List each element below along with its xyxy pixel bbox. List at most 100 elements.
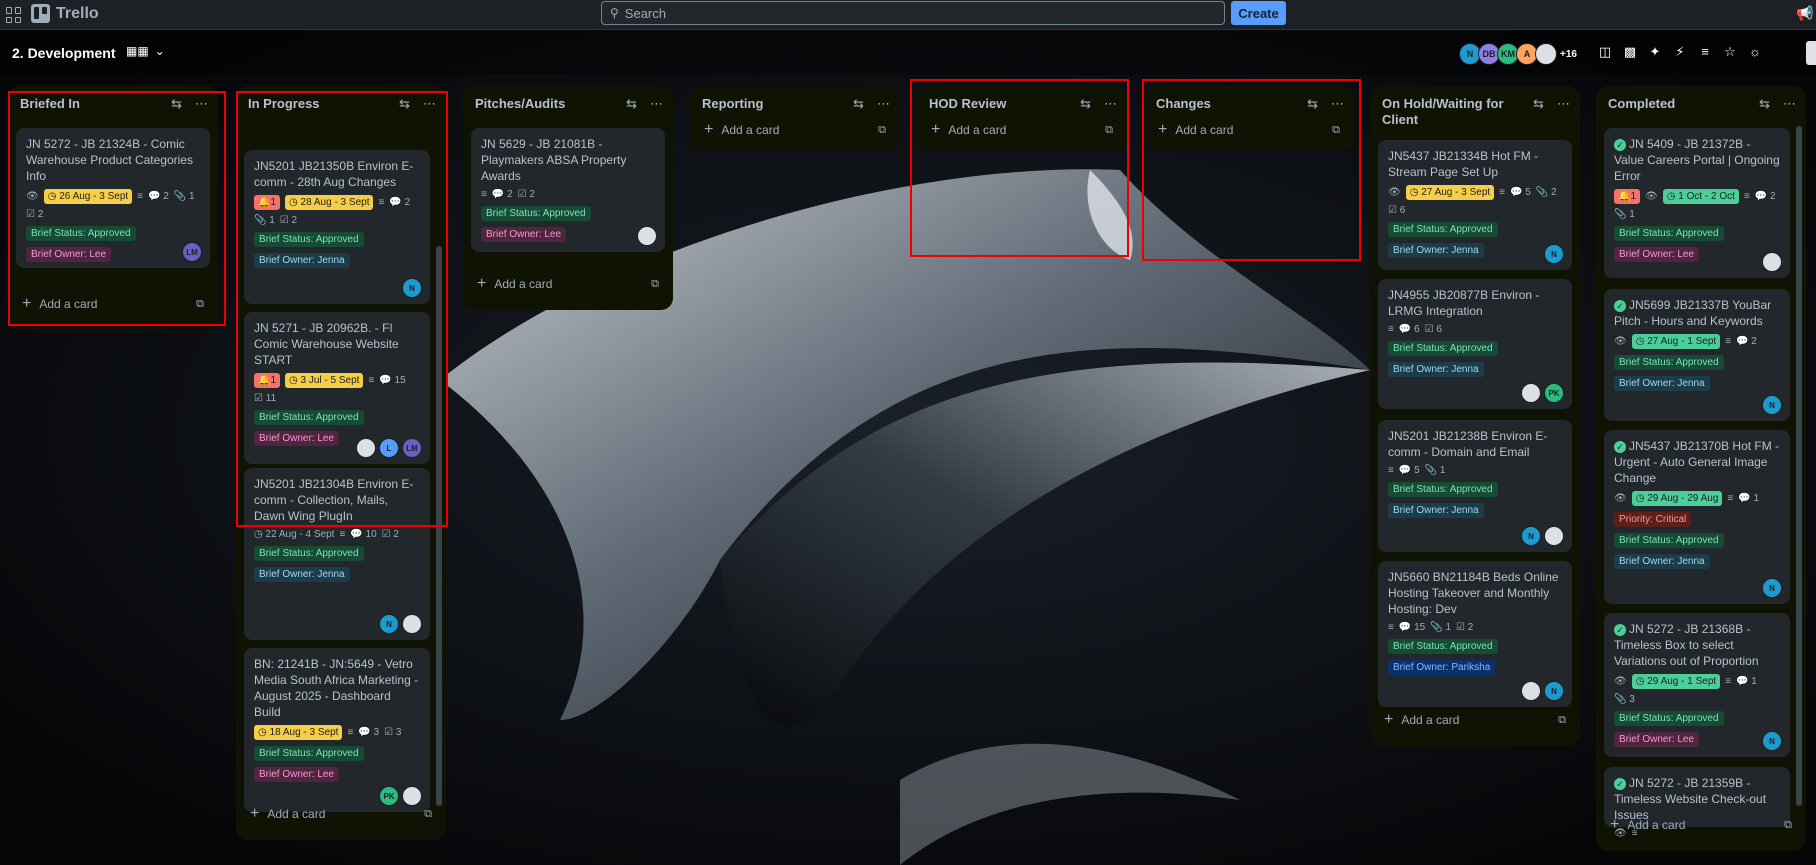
create-button[interactable]: Create: [1231, 1, 1286, 25]
trello-logo[interactable]: Trello: [31, 4, 99, 23]
power-up-icon[interactable]: ▩: [1623, 44, 1637, 60]
share-button[interactable]: [1806, 41, 1816, 65]
card[interactable]: JN5201 JB21238B Environ E-comm - Domain …: [1378, 420, 1572, 552]
collapse-list-icon[interactable]: ⇆: [171, 96, 182, 112]
add-card-button[interactable]: + Add a card ⧉: [1604, 811, 1798, 839]
collapse-list-icon[interactable]: ⇆: [626, 96, 637, 112]
view-switcher[interactable]: ▦▦ ⌄: [126, 44, 165, 58]
add-card-button[interactable]: + Add a card ⧉: [698, 116, 892, 144]
pin-icon[interactable]: ✦: [1648, 44, 1662, 60]
card-label: Brief Owner: Lee: [254, 431, 340, 446]
search-input[interactable]: [624, 5, 1185, 21]
member-avatar[interactable]: LM: [402, 438, 422, 458]
add-card-button[interactable]: + Add a card ⧉: [1152, 116, 1346, 144]
board-member-avatar[interactable]: [1535, 43, 1557, 65]
description-icon: ≡: [1388, 622, 1394, 633]
member-avatar[interactable]: N: [1544, 244, 1564, 264]
list-title[interactable]: Completed: [1608, 96, 1738, 112]
card[interactable]: BN: 21241B - JN:5649 - Vetro Media South…: [244, 648, 430, 812]
add-card-button[interactable]: + Add a card ⧉: [244, 800, 438, 828]
member-avatar[interactable]: [356, 438, 376, 458]
card[interactable]: JN5201 JB21304B Environ E-comm - Collect…: [244, 468, 430, 640]
card[interactable]: ✓ JN5699 JB21337B YouBar Pitch - Hours an…: [1604, 289, 1790, 421]
member-avatar[interactable]: N: [1521, 526, 1541, 546]
card-label-row: Brief Status: Approved: [1388, 633, 1562, 654]
collapse-list-icon[interactable]: ⇆: [1533, 96, 1544, 112]
member-avatar[interactable]: N: [379, 614, 399, 634]
member-avatar[interactable]: N: [1762, 578, 1782, 598]
card-template-icon[interactable]: ⧉: [1558, 714, 1566, 727]
card-template-icon[interactable]: ⧉: [1784, 819, 1792, 832]
star-icon[interactable]: ☆: [1723, 44, 1737, 60]
filter-icon[interactable]: ≡: [1698, 44, 1712, 60]
list-menu-icon[interactable]: ⋯: [423, 96, 436, 112]
member-avatar[interactable]: N: [402, 278, 422, 298]
list-scrollbar[interactable]: [1796, 126, 1802, 806]
list-title[interactable]: Pitches/Audits: [475, 96, 605, 112]
visibility-icon[interactable]: ☼: [1748, 44, 1762, 60]
collapse-list-icon[interactable]: ⇆: [399, 96, 410, 112]
list-menu-icon[interactable]: ⋯: [195, 96, 208, 112]
card[interactable]: ✓ JN 5409 - JB 21372B - Value Careers Por…: [1604, 128, 1790, 278]
card[interactable]: ✓ JN 5272 - JB 21368B - Timeless Box to s…: [1604, 613, 1790, 757]
list-menu-icon[interactable]: ⋯: [1104, 96, 1117, 112]
member-avatar[interactable]: [402, 614, 422, 634]
member-avatar[interactable]: [1521, 681, 1541, 701]
collapse-list-icon[interactable]: ⇆: [853, 96, 864, 112]
member-overflow-count[interactable]: +16: [1560, 49, 1577, 60]
board-title[interactable]: 2. Development: [12, 45, 115, 61]
member-avatar[interactable]: N: [1762, 731, 1782, 751]
search-box[interactable]: ⚲: [601, 1, 1225, 25]
table-view-icon[interactable]: ◫: [1598, 44, 1612, 60]
plus-icon: +: [22, 295, 32, 312]
add-card-button[interactable]: + Add a card ⧉: [1378, 706, 1572, 734]
member-avatar[interactable]: LM: [182, 242, 202, 262]
trello-logo-icon: [31, 4, 50, 23]
collapse-list-icon[interactable]: ⇆: [1080, 96, 1091, 112]
list-menu-icon[interactable]: ⋯: [1331, 96, 1344, 112]
list-title[interactable]: HOD Review: [929, 96, 1059, 112]
card[interactable]: JN 5629 - JB 21081B - Playmakers ABSA Pr…: [471, 128, 665, 252]
list-title[interactable]: Reporting: [702, 96, 832, 112]
member-avatar[interactable]: [1521, 383, 1541, 403]
list-menu-icon[interactable]: ⋯: [1557, 96, 1570, 112]
list-title[interactable]: Changes: [1156, 96, 1286, 112]
card[interactable]: JN4955 JB20877B Environ - LRMG Integrati…: [1378, 279, 1572, 409]
list-menu-icon[interactable]: ⋯: [877, 96, 890, 112]
card[interactable]: JN 5271 - JB 20962B. - FI Comic Warehous…: [244, 312, 430, 464]
member-avatar[interactable]: [1544, 526, 1564, 546]
board-members[interactable]: N DB KM A +16: [1459, 43, 1577, 65]
card[interactable]: ✓ JN5437 JB21370B Hot FM - Urgent - Auto …: [1604, 430, 1790, 604]
apps-switcher-icon[interactable]: [6, 7, 22, 23]
list-menu-icon[interactable]: ⋯: [650, 96, 663, 112]
card-template-icon[interactable]: ⧉: [196, 298, 204, 311]
automation-icon[interactable]: ⚡: [1673, 44, 1687, 60]
card-template-icon[interactable]: ⧉: [651, 278, 659, 291]
member-avatar[interactable]: [1762, 252, 1782, 272]
add-card-button[interactable]: + Add a card ⧉: [16, 290, 210, 318]
member-avatar[interactable]: PK: [1544, 383, 1564, 403]
list-title[interactable]: Briefed In: [20, 96, 150, 112]
member-avatar[interactable]: L: [379, 438, 399, 458]
card-template-icon[interactable]: ⧉: [878, 124, 886, 137]
member-avatar[interactable]: N: [1762, 395, 1782, 415]
card[interactable]: JN5437 JB21334B Hot FM - Stream Page Set…: [1378, 140, 1572, 270]
list-title[interactable]: On Hold/Waiting for Client: [1382, 96, 1512, 128]
collapse-list-icon[interactable]: ⇆: [1307, 96, 1318, 112]
list-title[interactable]: In Progress: [248, 96, 378, 112]
card-label: Brief Status: Approved: [26, 226, 136, 241]
add-card-button[interactable]: + Add a card ⧉: [471, 270, 665, 298]
megaphone-icon[interactable]: 📢: [1796, 5, 1813, 22]
member-avatar[interactable]: [637, 226, 657, 246]
card[interactable]: JN 5272 - JB 21324B - Comic Warehouse Pr…: [16, 128, 210, 268]
member-avatar[interactable]: N: [1544, 681, 1564, 701]
list-scrollbar[interactable]: [436, 246, 442, 806]
card-template-icon[interactable]: ⧉: [1105, 124, 1113, 137]
add-card-button[interactable]: + Add a card ⧉: [925, 116, 1119, 144]
collapse-list-icon[interactable]: ⇆: [1759, 96, 1770, 112]
card-template-icon[interactable]: ⧉: [424, 808, 432, 821]
card-template-icon[interactable]: ⧉: [1332, 124, 1340, 137]
list-menu-icon[interactable]: ⋯: [1783, 96, 1796, 112]
card[interactable]: JN5660 BN21184B Beds Online Hosting Take…: [1378, 561, 1572, 707]
card[interactable]: JN5201 JB21350B Environ E-comm - 28th Au…: [244, 150, 430, 304]
